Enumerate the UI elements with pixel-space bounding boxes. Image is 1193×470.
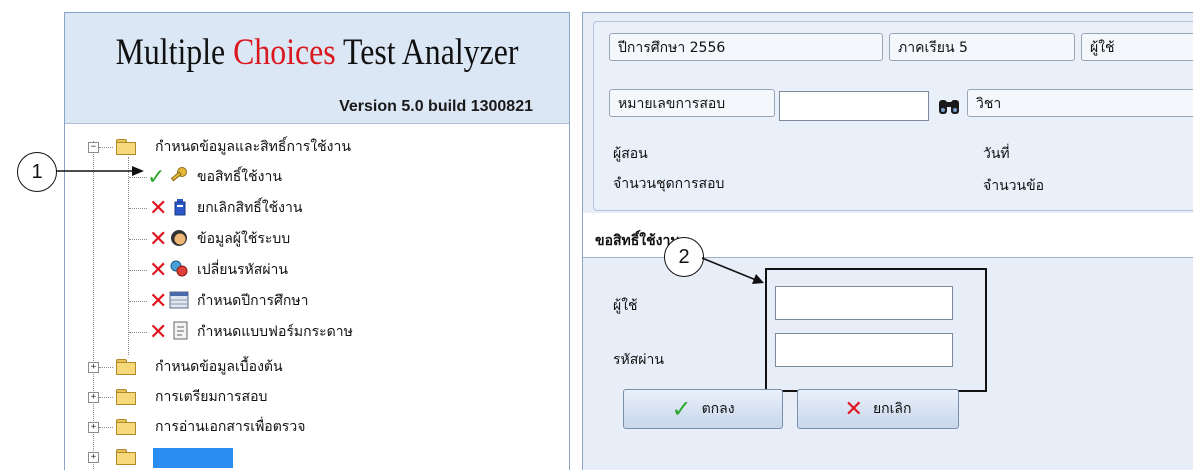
check-icon: ✓ <box>671 395 692 423</box>
cancel-button[interactable]: ✕ ยกเลิก <box>797 389 959 429</box>
tree-line <box>99 147 113 148</box>
callout-2: 2 <box>664 237 704 277</box>
version-label: Version 5.0 build 1300821 <box>339 98 533 115</box>
check-icon: ✓ <box>147 165 166 190</box>
folder-icon <box>116 389 136 405</box>
binoculars-icon[interactable] <box>937 95 961 117</box>
app-title-part2: Choices <box>233 32 336 73</box>
expand-icon[interactable]: + <box>88 422 99 433</box>
selected-node-highlight <box>153 448 233 468</box>
tree-item-revoke-access[interactable]: ✕ ยกเลิกสิทธิ์ใช้งาน <box>65 194 545 222</box>
exam-sets-label: จำนวนชุดการสอบ <box>613 176 725 192</box>
app-title: Multiple Choices Test Analyzer <box>100 31 533 74</box>
form-icon <box>173 321 188 340</box>
tree-item-user-info[interactable]: ✕ ข้อมูลผู้ใช้ระบบ <box>65 225 545 253</box>
tree-item-label: กำหนดปีการศึกษา <box>197 293 309 309</box>
callout-2-arrow <box>701 257 764 284</box>
callout-1: 1 <box>17 152 57 192</box>
battery-icon <box>174 199 186 216</box>
user-field: ผู้ใช้ <box>1081 33 1193 61</box>
username-input[interactable] <box>775 286 953 320</box>
tree-line <box>99 367 113 368</box>
password-input[interactable] <box>775 333 953 367</box>
x-icon: ✕ <box>149 320 168 345</box>
folder-icon <box>116 449 136 465</box>
teacher-label: ผู้สอน <box>613 146 648 162</box>
tree-line <box>129 301 147 302</box>
x-icon: ✕ <box>149 258 168 283</box>
calendar-icon <box>169 291 189 309</box>
navigation-panel: Multiple Choices Test Analyzer Version 5… <box>64 12 570 470</box>
item-count-label: จำนวนข้อ <box>983 178 1045 194</box>
tree-line <box>129 270 147 271</box>
year-field: ปีการศึกษา 2556 <box>609 33 883 61</box>
app-title-part1: Multiple <box>115 32 234 73</box>
expand-icon[interactable]: + <box>88 392 99 403</box>
tree-line <box>129 239 147 240</box>
tree-item-label: เปลี่ยนรหัสผ่าน <box>197 262 288 278</box>
x-icon: ✕ <box>149 196 168 221</box>
tree-item-label: ข้อมูลผู้ใช้ระบบ <box>197 231 291 247</box>
keys-icon <box>170 260 188 277</box>
tree-item-label: ขอสิทธิ์ใช้งาน <box>197 169 282 185</box>
exam-number-input[interactable] <box>779 91 929 121</box>
tree-node-partial[interactable]: + <box>83 443 543 470</box>
username-label: ผู้ใช้ <box>613 298 638 314</box>
key-icon <box>170 167 187 182</box>
tree-line <box>99 397 113 398</box>
tree-node-document-reading[interactable]: + การอ่านเอกสารเพื่อตรวจ <box>83 413 543 441</box>
tree-item-change-password[interactable]: ✕ เปลี่ยนรหัสผ่าน <box>65 256 545 284</box>
tree-item-label: ยกเลิกสิทธิ์ใช้งาน <box>197 200 303 216</box>
tree-item-paper-form[interactable]: ✕ กำหนดแบบฟอร์มกระดาษ <box>65 318 545 346</box>
x-icon: ✕ <box>149 289 168 314</box>
folder-icon <box>116 139 136 155</box>
x-icon: ✕ <box>844 396 863 422</box>
cancel-button-label: ยกเลิก <box>872 401 912 417</box>
tree-node-label: กำหนดข้อมูลและสิทธิ์การใช้งาน <box>155 139 351 155</box>
tree-item-academic-year[interactable]: ✕ กำหนดปีการศึกษา <box>65 287 545 315</box>
tree-node-permissions[interactable]: − กำหนดข้อมูลและสิทธิ์การใช้งาน <box>83 133 543 161</box>
tree-node-basic-data[interactable]: + กำหนดข้อมูลเบื้องต้น <box>83 353 543 381</box>
tree-line <box>129 332 147 333</box>
user-head-icon <box>171 230 187 246</box>
tree-line <box>99 427 113 428</box>
tree-node-label: กำหนดข้อมูลเบื้องต้น <box>155 359 283 375</box>
folder-icon <box>116 419 136 435</box>
exam-number-label: หมายเลขการสอบ <box>609 89 775 117</box>
x-icon: ✕ <box>149 227 168 252</box>
callout-1-arrow <box>56 166 144 176</box>
tree-node-exam-prep[interactable]: + การเตรียมการสอบ <box>83 383 543 411</box>
password-label: รหัสผ่าน <box>613 352 664 368</box>
ok-button-label: ตกลง <box>701 401 735 417</box>
date-label: วันที่ <box>983 146 1010 162</box>
expand-icon[interactable]: + <box>88 452 99 463</box>
ok-button[interactable]: ✓ ตกลง <box>623 389 783 429</box>
folder-icon <box>116 359 136 375</box>
tree-line <box>129 208 147 209</box>
app-title-part3: Test Analyzer <box>335 32 519 73</box>
app-header: Multiple Choices Test Analyzer Version 5… <box>65 13 569 124</box>
tree-node-label: การเตรียมการสอบ <box>155 389 268 405</box>
tree-item-label: กำหนดแบบฟอร์มกระดาษ <box>197 324 353 340</box>
subject-field: วิชา <box>967 89 1193 117</box>
semester-field: ภาคเรียน 5 <box>889 33 1075 61</box>
collapse-icon[interactable]: − <box>88 142 99 153</box>
tree-node-label: การอ่านเอกสารเพื่อตรวจ <box>155 419 306 435</box>
expand-icon[interactable]: + <box>88 362 99 373</box>
